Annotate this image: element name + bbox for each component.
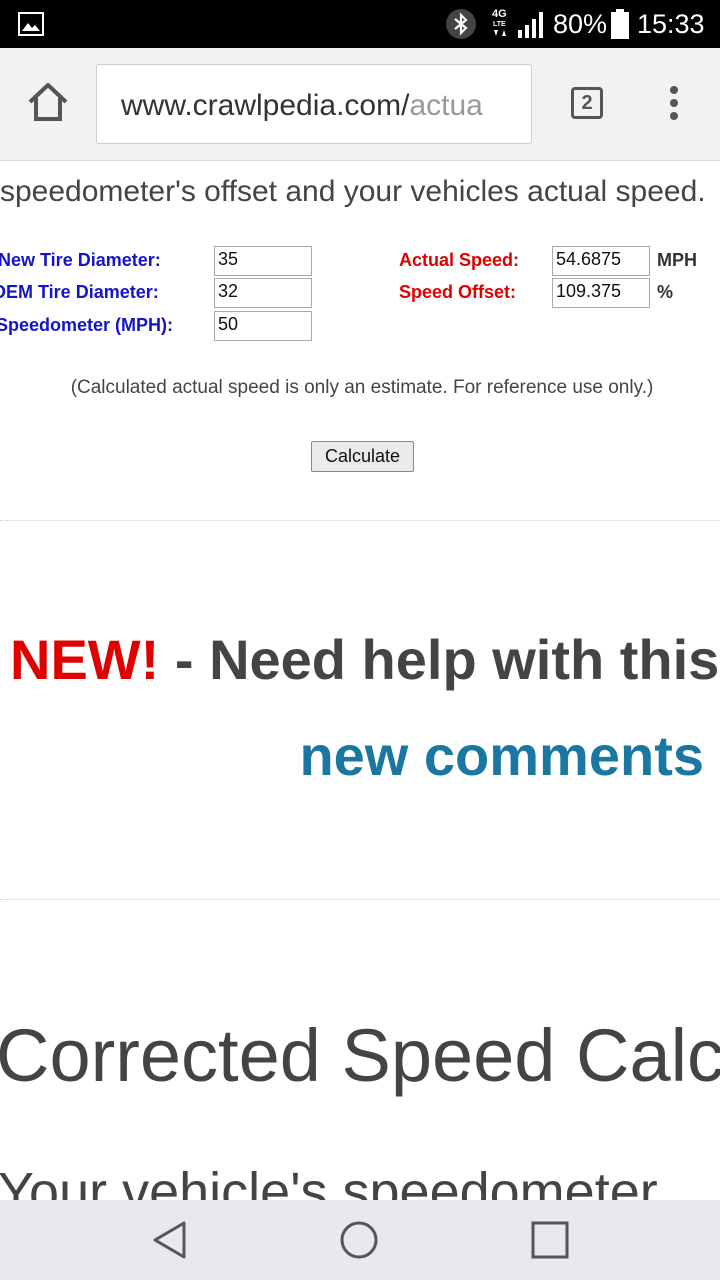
promo-heading: NEW! - Need help with this bbox=[10, 627, 719, 692]
new-tire-diameter-input[interactable]: 35 bbox=[214, 246, 312, 276]
battery-percent: 80% bbox=[553, 9, 608, 39]
speedometer-label: Speedometer (MPH): bbox=[0, 315, 174, 335]
system-navigation-bar bbox=[0, 1200, 720, 1280]
calculate-button[interactable]: Calculate bbox=[311, 441, 414, 472]
overflow-menu-icon[interactable] bbox=[668, 86, 680, 122]
gallery-notification-icon bbox=[18, 12, 44, 36]
speed-offset-output[interactable]: 109.375 bbox=[552, 278, 650, 308]
promo-text: - Need help with this bbox=[159, 628, 720, 691]
speed-offset-unit: % bbox=[657, 282, 674, 302]
back-icon[interactable] bbox=[150, 1220, 190, 1260]
speed-offset-label: Speed Offset: bbox=[399, 282, 517, 302]
oem-tire-diameter-input[interactable]: 32 bbox=[214, 278, 312, 308]
web-page-content: speedometer's offset and your vehicles a… bbox=[0, 161, 720, 1200]
svg-text:4G: 4G bbox=[492, 8, 507, 20]
speedometer-input[interactable]: 50 bbox=[214, 311, 312, 341]
signal-strength-icon bbox=[518, 12, 543, 38]
svg-text:LTE: LTE bbox=[493, 21, 506, 28]
oem-tire-diameter-label: OEM Tire Diameter: bbox=[0, 282, 159, 302]
new-tire-diameter-label: New Tire Diameter: bbox=[0, 250, 161, 270]
description-paragraph: Your vehicle's speedometer bbox=[0, 1162, 658, 1200]
clock: 15:33 bbox=[637, 9, 705, 39]
actual-speed-unit: MPH bbox=[657, 250, 697, 270]
actual-speed-output[interactable]: 54.6875 bbox=[552, 246, 650, 276]
recent-apps-icon[interactable] bbox=[530, 1220, 570, 1260]
battery-icon bbox=[611, 9, 629, 39]
promo-new-badge: NEW! bbox=[10, 628, 160, 691]
url-bar[interactable]: www.crawlpedia.com/actua bbox=[96, 64, 532, 144]
section-divider bbox=[0, 899, 720, 900]
bluetooth-icon bbox=[446, 9, 476, 39]
home-circle-icon[interactable] bbox=[339, 1220, 379, 1260]
new-comments-link[interactable]: new comments bbox=[299, 723, 704, 788]
status-bar: 4G LTE 80% 15:33 bbox=[0, 0, 720, 48]
page-title: Corrected Speed Calc bbox=[0, 1014, 720, 1097]
network-type-icon: 4G LTE bbox=[492, 8, 507, 36]
actual-speed-label: Actual Speed: bbox=[399, 250, 520, 270]
url-text: www.crawlpedia.com/actua bbox=[121, 89, 483, 122]
intro-paragraph: speedometer's offset and your vehicles a… bbox=[0, 175, 706, 208]
estimate-disclaimer: (Calculated actual speed is only an esti… bbox=[70, 377, 654, 398]
home-icon[interactable] bbox=[26, 80, 70, 124]
section-divider bbox=[0, 520, 720, 521]
tab-switcher-button[interactable]: 2 bbox=[571, 87, 603, 119]
browser-toolbar: www.crawlpedia.com/actua 2 bbox=[0, 48, 720, 161]
